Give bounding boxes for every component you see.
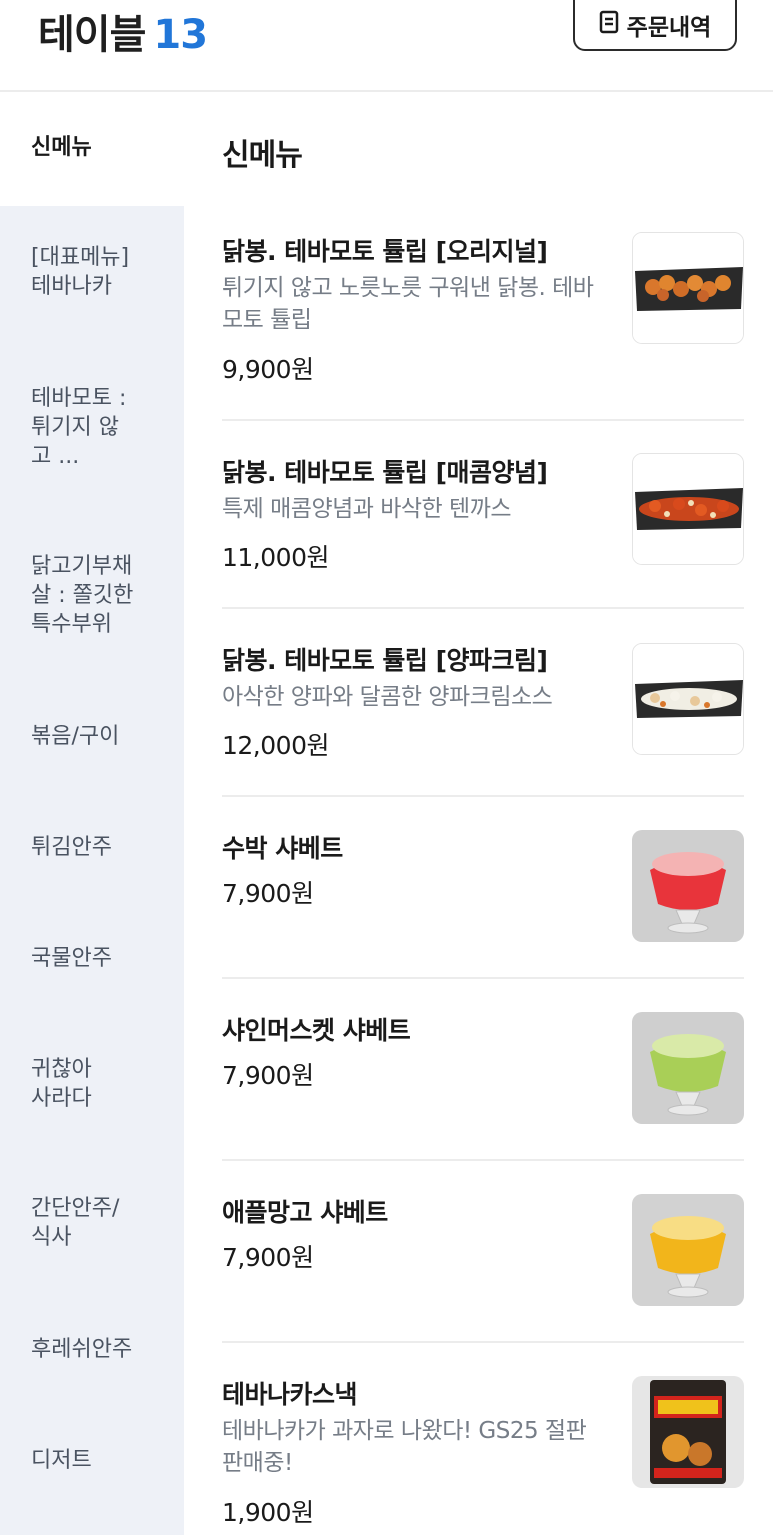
chicken-platter-image [632,453,744,565]
chicken-platter-image [632,643,744,755]
menu-item[interactable]: 샤인머스켓 샤베트 7,900원 [222,979,744,1161]
apple-mango-sorbet-image [632,1194,744,1306]
sidebar-item-salad[interactable]: 귀찮아 사라다 [0,1055,110,1113]
sidebar-item-signature[interactable]: [대표메뉴] 테바나카 [0,243,130,301]
menu-item[interactable]: 애플망고 샤베트 7,900원 [222,1161,744,1343]
table-label: 테이블 [38,12,146,58]
table-title: 테이블 13 [38,2,208,60]
item-name: 닭봉. 테바모토 튤립 [오리지널] [222,237,548,266]
sidebar-item-new-menu[interactable]: 신메뉴 [0,92,184,206]
item-name: 닭봉. 테바모토 튤립 [양파크림] [222,646,548,675]
item-price: 9,900원 [222,355,314,384]
sidebar-item-simple-meal[interactable]: 간단안주/식사 [0,1194,130,1252]
shine-muscat-sorbet-image [632,1012,744,1124]
sidebar-item-fresh[interactable]: 후레쉬안주 [0,1335,184,1364]
order-history-button[interactable]: 주문내역 [573,0,737,51]
item-description: 특제 매콤양념과 바삭한 텐까스 [222,496,512,522]
sidebar-item-dessert[interactable]: 디저트 [0,1446,184,1475]
menu-item[interactable]: 수박 샤베트 7,900원 [222,797,744,979]
item-price: 7,900원 [222,879,314,908]
item-name: 애플망고 샤베트 [222,1198,388,1227]
sidebar-item-tebamoto[interactable]: 테바모토 : 튀기지 않고 ... [0,384,130,471]
item-price: 11,000원 [222,543,329,572]
item-name: 샤인머스켓 샤베트 [222,1016,411,1045]
menu-list: 신메뉴 닭봉. 테바모토 튤립 [오리지널] 튀기지 않고 노릇노릇 구워낸 닭… [184,92,773,1535]
snack-bag-image [632,1376,744,1488]
item-description: 튀기지 않고 노릇노릇 구워낸 닭봉. 테바모토 튤립 [222,275,594,333]
item-price: 7,900원 [222,1061,314,1090]
item-name: 테바나카스낵 [222,1380,358,1409]
chicken-platter-image [632,232,744,344]
header: 테이블 13 주문내역 [0,0,773,92]
sidebar-item-stir-fry-grill[interactable]: 볶음/구이 [0,722,184,751]
watermelon-sorbet-image [632,830,744,942]
category-sidebar: 신메뉴 [대표메뉴] 테바나카 테바모토 : 튀기지 않고 ... 닭고기부채살… [0,92,184,1535]
item-description: 아삭한 양파와 달콤한 양파크림소스 [222,684,553,710]
table-number: 13 [153,12,208,58]
menu-item[interactable]: 닭봉. 테바모토 튤립 [매콤양념] 특제 매콤양념과 바삭한 텐까스 11,0… [222,421,744,609]
item-price: 12,000원 [222,731,329,760]
menu-item[interactable]: 닭봉. 테바모토 튤립 [오리지널] 튀기지 않고 노릇노릇 구워낸 닭봉. 테… [222,212,744,421]
receipt-icon [599,10,627,40]
sidebar-item-chicken-flatiron[interactable]: 닭고기부채살 : 쫄깃한 특수부위 [0,552,140,639]
menu-item[interactable]: 닭봉. 테바모토 튤립 [양파크림] 아삭한 양파와 달콤한 양파크림소스 12… [222,609,744,797]
item-name: 수박 샤베트 [222,834,343,863]
section-title: 신메뉴 [222,138,303,173]
item-description: 테바나카가 과자로 나왔다! GS25 절판 판매중! [222,1418,587,1476]
menu-item[interactable]: 테바나카스낵 테바나카가 과자로 나왔다! GS25 절판 판매중! 1,900… [222,1343,744,1535]
item-name: 닭봉. 테바모토 튤립 [매콤양념] [222,458,548,487]
sidebar-item-fried[interactable]: 튀김안주 [0,833,184,862]
item-price: 1,900원 [222,1498,314,1527]
item-price: 7,900원 [222,1243,314,1272]
order-history-label: 주문내역 [626,14,712,41]
sidebar-item-soup[interactable]: 국물안주 [0,944,184,973]
